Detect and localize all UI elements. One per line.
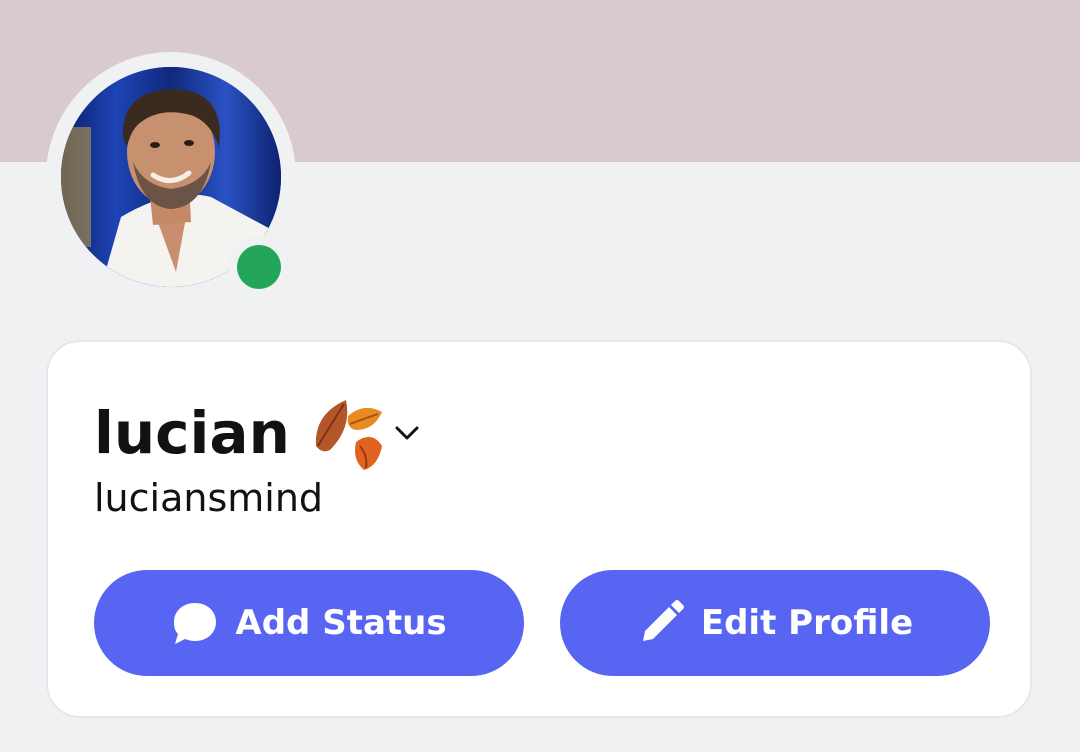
pencil-icon <box>637 599 685 647</box>
add-status-label: Add Status <box>235 603 447 643</box>
name-row[interactable]: lucian <box>94 394 422 472</box>
edit-profile-label: Edit Profile <box>700 603 914 643</box>
online-status-indicator <box>237 245 281 289</box>
speech-bubble-icon <box>171 599 219 647</box>
username: luciansmind <box>94 476 324 520</box>
fallen-leaves-icon <box>308 394 388 472</box>
display-name: lucian <box>94 399 290 467</box>
chevron-down-icon[interactable] <box>392 418 422 448</box>
edit-profile-button[interactable]: Edit Profile <box>560 570 990 676</box>
profile-card: lucian luciansmind Add Status Edit Profi… <box>46 340 1032 718</box>
add-status-button[interactable]: Add Status <box>94 570 524 676</box>
